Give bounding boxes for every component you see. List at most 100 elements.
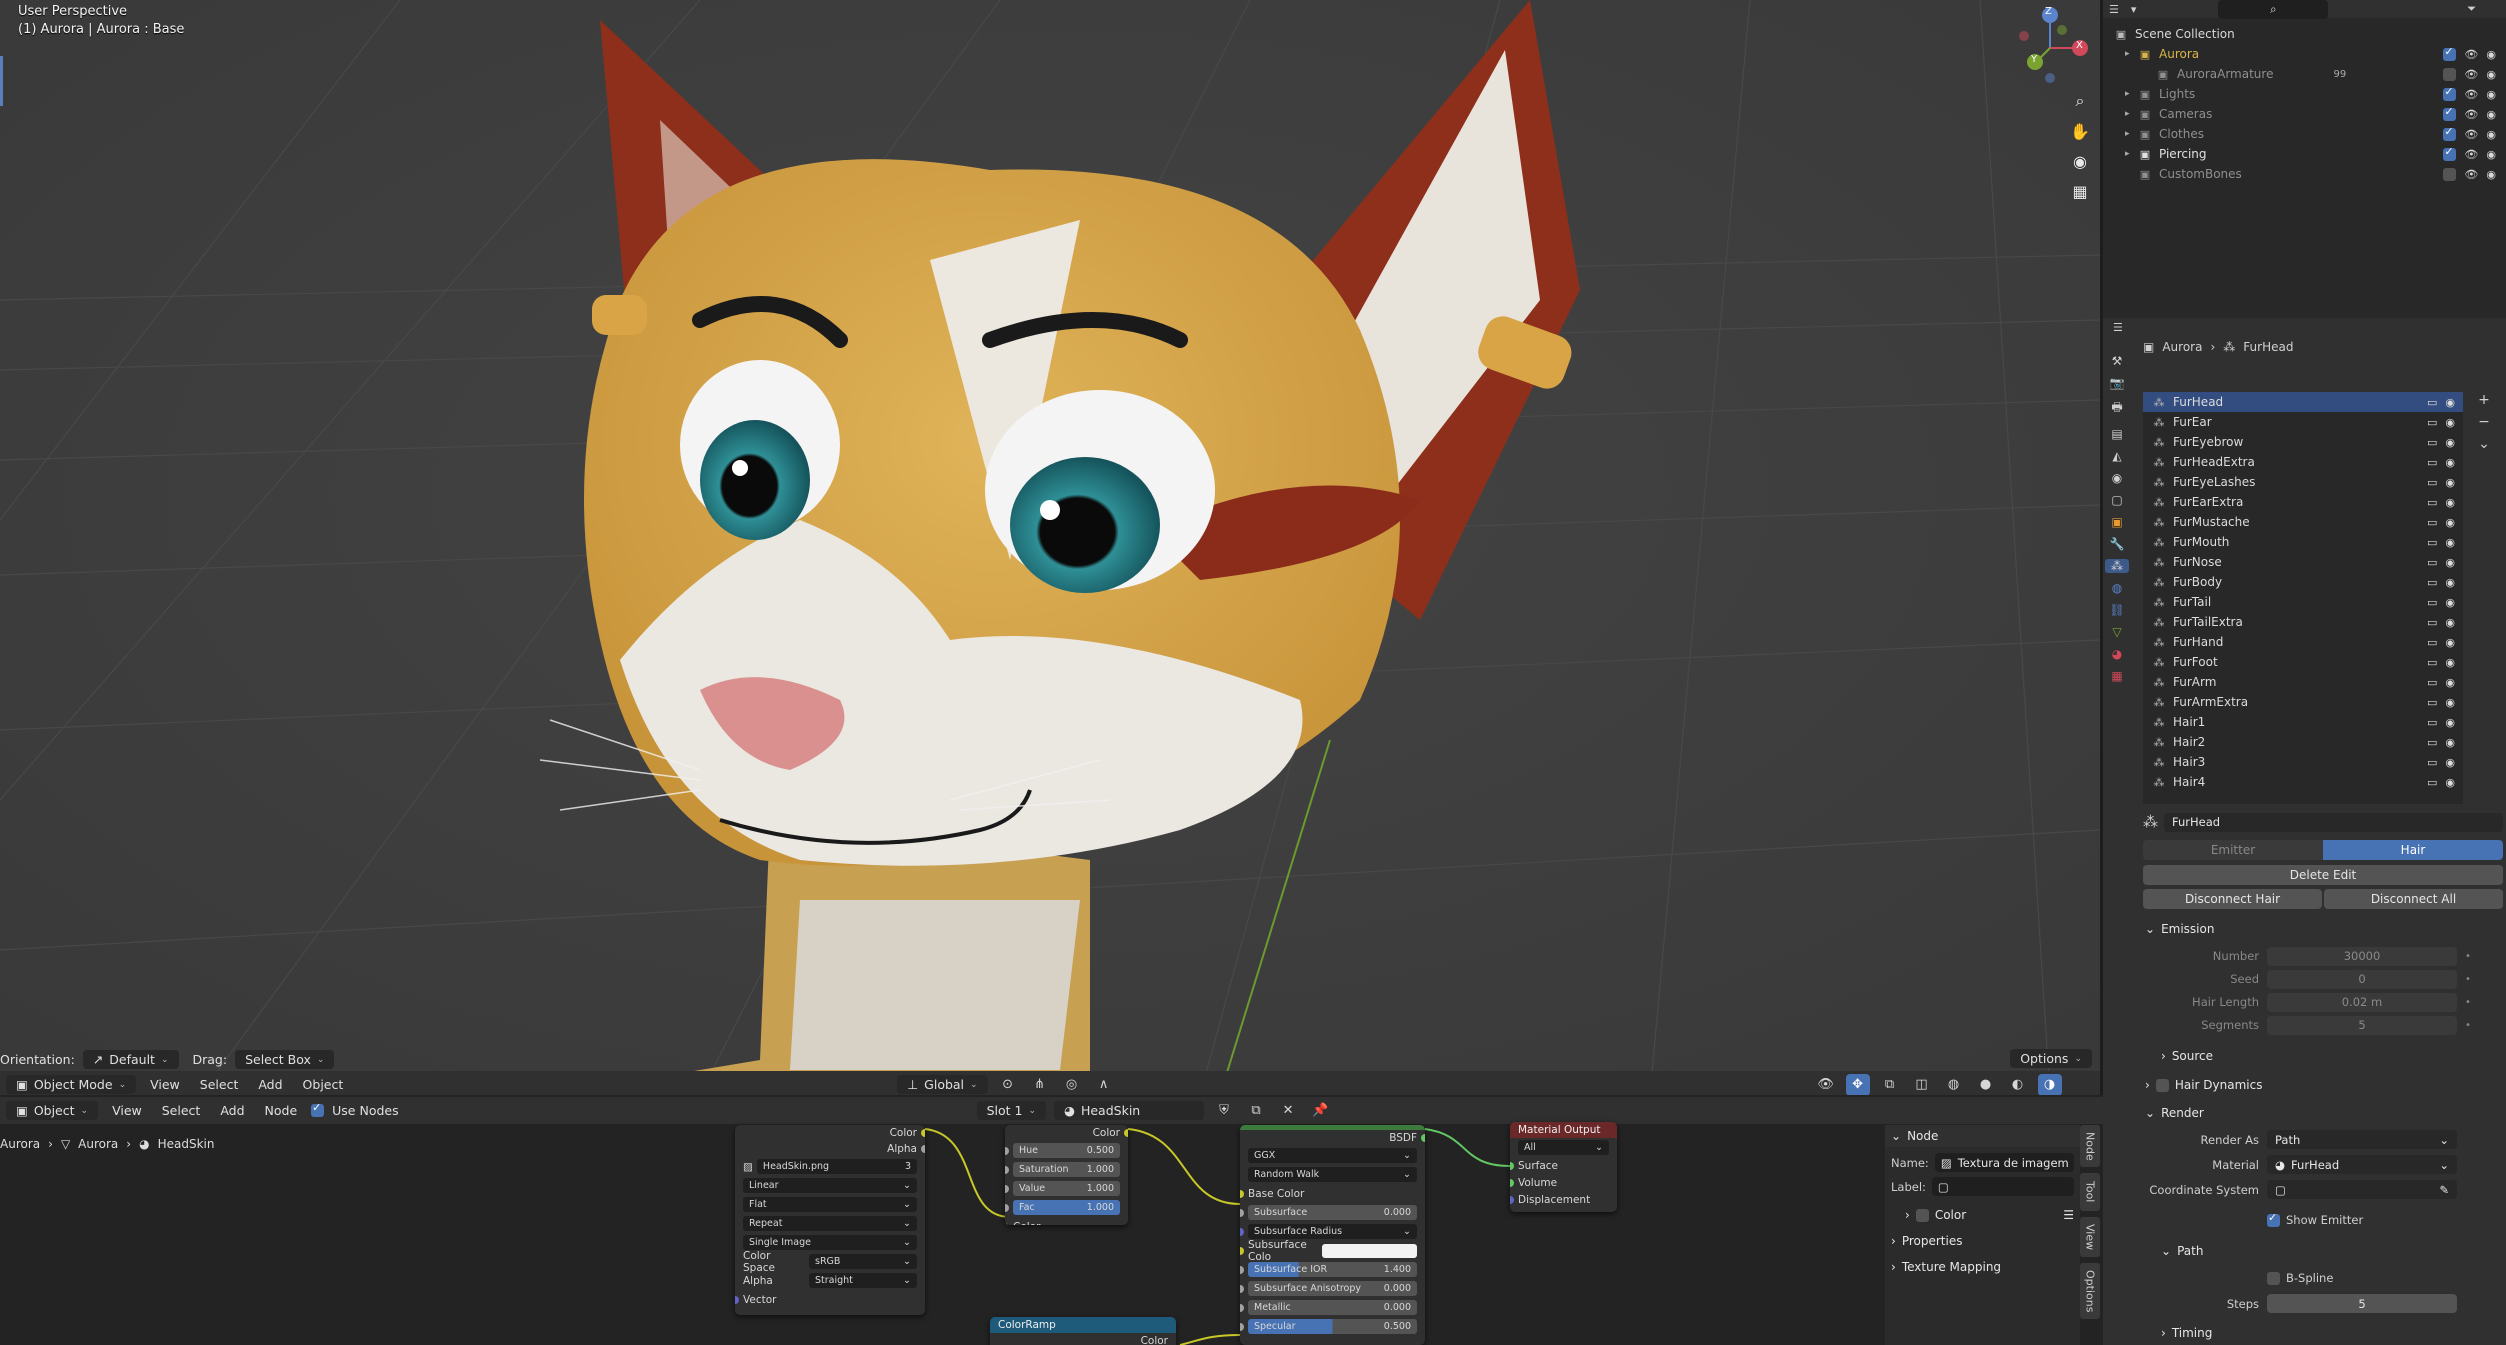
eyedropper-icon[interactable]: ✎ xyxy=(2439,1183,2449,1197)
object-tab-icon[interactable]: ▣ xyxy=(2111,515,2122,529)
hsv-field[interactable]: Value 1.000 xyxy=(1013,1181,1120,1196)
principled-bsdf-node[interactable]: BSDF GGX ⌄ Random Walk ⌄ Base Color Subsur… xyxy=(1240,1125,1425,1345)
render-toggle-icon[interactable]: ◉ xyxy=(2445,676,2455,689)
image-texture-node[interactable]: Color Alpha ▨ HeadSkin.png 3 Linear ⌄ Flat ⌄… xyxy=(735,1125,925,1315)
render-toggle-icon[interactable]: ◉ xyxy=(2445,716,2455,729)
disclosure-triangle-icon[interactable]: ▸ xyxy=(2125,49,2137,59)
render-toggle-icon[interactable]: ◉ xyxy=(2445,656,2455,669)
filter-icon[interactable]: ⏷ xyxy=(2467,2,2476,16)
socket-displacement-in[interactable] xyxy=(1510,1196,1514,1204)
render-as-dropdown[interactable]: Path ⌄ xyxy=(2267,1130,2457,1149)
material-tab-icon[interactable]: ◕ xyxy=(2112,647,2122,661)
outliner-item[interactable]: ▸▣ Piercing 👁 ◉ xyxy=(2103,144,2506,164)
particle-system-item[interactable]: ⁂ FurEarExtra ▭ ◉ xyxy=(2143,492,2463,512)
socket-subsurface-ior-in[interactable] xyxy=(1240,1266,1244,1274)
render-toggle-icon[interactable]: ◉ xyxy=(2445,496,2455,509)
drag-dropdown[interactable]: Select Box ⌄ xyxy=(235,1050,335,1069)
steps-field[interactable]: 5 xyxy=(2267,1294,2457,1313)
outliner-item[interactable]: ▣ CustomBones 👁 ◉ xyxy=(2103,164,2506,184)
particle-system-item[interactable]: ⁂ Hair2 ▭ ◉ xyxy=(2143,732,2463,752)
viewport-display-icon[interactable]: ▭ xyxy=(2427,456,2437,469)
disclosure-triangle-icon[interactable]: ▸ xyxy=(2125,89,2137,99)
particle-system-item[interactable]: ⁂ FurNose ▭ ◉ xyxy=(2143,552,2463,572)
camera-render-icon[interactable]: ◉ xyxy=(2486,168,2496,181)
socket-specular-in[interactable] xyxy=(1240,1323,1244,1331)
exclude-checkbox[interactable] xyxy=(2443,105,2457,121)
particle-system-list[interactable]: ⁂ FurHead ▭ ◉ ⁂ FurEar ▭ ◉ ⁂ FurEyebrow ▭ ◉ ⁂ FurHead… xyxy=(2143,392,2463,804)
disclosure-triangle-icon[interactable]: ▸ xyxy=(2125,129,2137,139)
list-menu-icon[interactable]: ⌄ xyxy=(2478,436,2490,452)
socket-subsurface-radius-in[interactable] xyxy=(1240,1228,1244,1236)
hand-icon[interactable]: ✋ xyxy=(2067,118,2093,144)
tab-node[interactable]: Node xyxy=(2080,1125,2100,1167)
transform-orientation-dropdown[interactable]: ⊥ Global ⌄ xyxy=(897,1075,988,1094)
scene-tab-icon[interactable]: ◭ xyxy=(2112,449,2121,463)
keyframe-dot-icon[interactable]: • xyxy=(2465,951,2471,962)
material-dropdown[interactable]: ◕ FurHead ⌄ xyxy=(2267,1155,2457,1174)
socket-base-color-in[interactable] xyxy=(1240,1190,1244,1198)
camera-render-icon[interactable]: ◉ xyxy=(2486,108,2496,121)
outliner-item[interactable]: ▸▣ Cameras 👁 ◉ xyxy=(2103,104,2506,124)
delete-edit-button[interactable]: Delete Edit xyxy=(2143,865,2503,885)
render-header[interactable]: ⌄ Render xyxy=(2145,1102,2204,1124)
render-toggle-icon[interactable]: ◉ xyxy=(2445,596,2455,609)
exclude-checkbox[interactable] xyxy=(2443,85,2457,101)
emission-field-value[interactable]: 30000 xyxy=(2267,946,2457,966)
settings-name-field[interactable]: FurHead xyxy=(2164,812,2503,832)
keyframe-dot-icon[interactable]: • xyxy=(2465,997,2471,1008)
proportional-edit-icon[interactable]: ◎ xyxy=(1060,1074,1084,1096)
output-target-dropdown[interactable]: All ⌄ xyxy=(1518,1140,1609,1155)
particle-system-item[interactable]: ⁂ Hair3 ▭ ◉ xyxy=(2143,752,2463,772)
disclosure-triangle-icon[interactable]: ▸ xyxy=(2125,109,2137,119)
timing-header[interactable]: › Timing xyxy=(2161,1322,2212,1344)
render-tab-icon[interactable]: 📷 xyxy=(2110,376,2125,390)
viewport-display-icon[interactable]: ▭ xyxy=(2427,696,2437,709)
socket-subsurface-aniso-in[interactable] xyxy=(1240,1285,1244,1293)
menu-select[interactable]: Select xyxy=(194,1075,245,1094)
particle-system-item[interactable]: ⁂ FurEar ▭ ◉ xyxy=(2143,412,2463,432)
eye-icon[interactable]: 👁 xyxy=(2464,148,2478,161)
specular-field[interactable]: Specular 0.500 xyxy=(1248,1319,1417,1334)
viewport-display-icon[interactable]: ▭ xyxy=(2427,516,2437,529)
socket-surface-in[interactable] xyxy=(1510,1162,1514,1170)
eye-icon[interactable]: 👁 xyxy=(2464,88,2478,101)
particle-system-item[interactable]: ⁂ FurHeadExtra ▭ ◉ xyxy=(2143,452,2463,472)
hsv-field[interactable]: Hue 0.500 xyxy=(1013,1143,1120,1158)
disconnect-hair-button[interactable]: Disconnect Hair xyxy=(2143,889,2322,909)
viewport-display-icon[interactable]: ▭ xyxy=(2427,496,2437,509)
keyframe-dot-icon[interactable]: • xyxy=(2465,1020,2471,1031)
shader-node-editor[interactable]: ▣Object⌄ View Select Add Node Use Nodes … xyxy=(0,1095,2130,1345)
disclosure-triangle-icon[interactable]: ▸ xyxy=(2125,149,2137,159)
emission-field-value[interactable]: 5 xyxy=(2267,1015,2457,1035)
color-checkbox[interactable] xyxy=(1915,1208,1929,1222)
viewport-display-icon[interactable]: ▭ xyxy=(2427,436,2437,449)
eye-icon[interactable]: 👁 xyxy=(2464,48,2478,61)
socket-alpha-out[interactable] xyxy=(921,1145,925,1153)
emission-header[interactable]: ⌄ Emission xyxy=(2145,918,2214,940)
hue-saturation-node[interactable]: Color Hue 0.500 Saturation 1.000 Value 1.000 F… xyxy=(1005,1125,1128,1225)
subsurface-field[interactable]: Subsurface 0.000 xyxy=(1248,1205,1417,1220)
rendered-shading-icon[interactable]: ◑ xyxy=(2037,1073,2062,1095)
view-layer-tab-icon[interactable]: ▤ xyxy=(2111,427,2122,441)
viewport-display-icon[interactable]: ▭ xyxy=(2427,756,2437,769)
particle-system-item[interactable]: ⁂ FurHead ▭ ◉ xyxy=(2143,392,2463,412)
menu-view[interactable]: View xyxy=(144,1075,186,1094)
xray-icon[interactable]: ◫ xyxy=(1910,1074,1934,1096)
viewport-display-icon[interactable]: ▭ xyxy=(2427,476,2437,489)
render-toggle-icon[interactable]: ◉ xyxy=(2445,476,2455,489)
viewport-display-icon[interactable]: ▭ xyxy=(2427,396,2437,409)
mode-dropdown[interactable]: ▣ Object Mode ⌄ xyxy=(6,1075,137,1094)
menu-object[interactable]: Object xyxy=(297,1075,350,1094)
exclude-checkbox[interactable] xyxy=(2443,125,2457,141)
outliner-item[interactable]: ▣ AuroraArmature 99 👁 ◉ xyxy=(2103,64,2506,84)
particle-system-item[interactable]: ⁂ FurMouth ▭ ◉ xyxy=(2143,532,2463,552)
add-slot-icon[interactable]: + xyxy=(2478,392,2490,408)
particle-system-item[interactable]: ⁂ FurMustache ▭ ◉ xyxy=(2143,512,2463,532)
keyframe-dot-icon[interactable]: • xyxy=(2465,974,2471,985)
subsurface-radius-dropdown[interactable]: Subsurface Radius ⌄ xyxy=(1248,1224,1417,1239)
hair-dynamics-checkbox[interactable] xyxy=(2155,1078,2169,1092)
subsurface-method-dropdown[interactable]: Random Walk ⌄ xyxy=(1248,1167,1417,1182)
overlay-icon[interactable]: ⧉ xyxy=(1878,1074,1902,1096)
tool-tab-icon[interactable]: ⚒ xyxy=(2112,354,2123,368)
render-toggle-icon[interactable]: ◉ xyxy=(2445,776,2455,789)
